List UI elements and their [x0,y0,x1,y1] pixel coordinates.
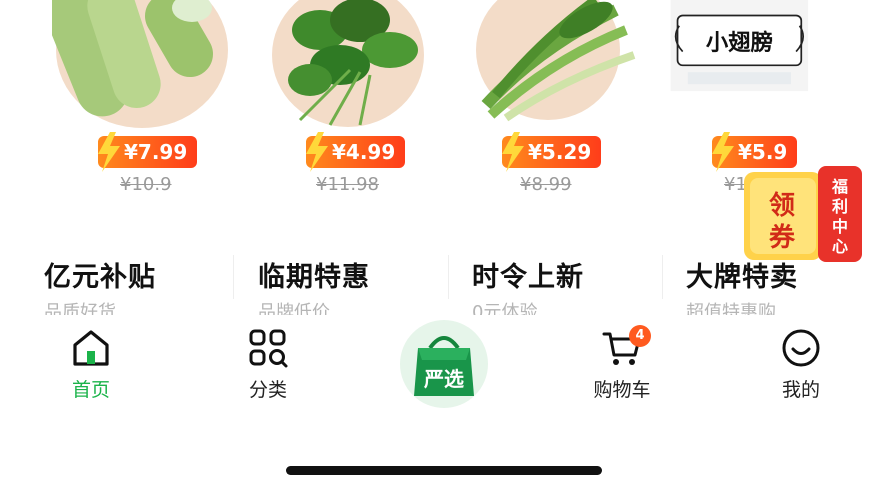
category-linqi-tehui[interactable]: 临期特惠 品牌低价 [258,255,468,315]
current-price: ¥7.99 [124,140,188,164]
divider [233,255,234,299]
tab-profile[interactable]: 我的 [746,327,856,402]
category-title: 时令上新 [472,262,584,293]
category-yiyuan-butie[interactable]: 亿元补贴 品质好货 [44,255,254,315]
price-tag: ¥7.99 [98,132,198,172]
lightning-icon [712,132,734,172]
product-card-spinach[interactable]: ¥4.99 ¥11.98 [250,0,450,240]
category-title: 亿元补贴 [44,262,156,293]
category-title: 临期特惠 [258,262,370,293]
tab-cart[interactable]: 4 购物车 [567,325,677,402]
lightning-icon [306,132,328,172]
coupon-main-line2: 券 [769,223,796,253]
coupon-side-4: 心 [832,237,848,256]
tab-label: 首页 [71,379,110,401]
logo-text: 严选 [423,367,464,391]
original-price: ¥11.98 [316,174,379,195]
spinach-image [272,0,424,127]
price-tag: ¥5.9 [712,132,798,172]
category-subtitle: 超值特惠购 [686,302,776,315]
tab-label: 分类 [248,379,287,401]
coupon-side-3: 中 [832,217,848,236]
category-subtitle: 品质好货 [44,302,116,315]
package-text: 小翅膀 [706,29,773,56]
current-price: ¥5.29 [528,140,592,164]
smiley-profile-icon [782,329,820,367]
lightning-icon [98,132,120,172]
tab-label: 我的 [781,379,820,401]
coupon-widget[interactable]: 领 券 福 利 中 心 [742,166,862,262]
tab-home[interactable]: 首页 [36,327,146,402]
lightning-icon [502,132,524,172]
coupon-main-line1: 领 [769,190,795,221]
cart-badge: 4 [629,325,651,347]
zucchini-image [52,0,228,128]
divider [448,255,449,299]
product-card-zucchini[interactable]: ¥7.99 ¥10.9 [42,0,242,240]
current-price: ¥4.99 [332,140,396,164]
category-shiling-shangxin[interactable]: 时令上新 0元体验 [472,255,682,315]
current-price: ¥5.9 [738,140,788,164]
home-icon [73,330,109,366]
tab-category[interactable]: 分类 [213,327,323,402]
coupon-side-1: 福 [831,177,848,196]
category-subtitle: 0元体验 [472,302,538,315]
snack-package-image: 小翅膀 [670,0,809,92]
yanxuan-bag-logo[interactable]: 严选 [400,320,488,408]
divider [662,255,663,299]
original-price: ¥10.9 [120,174,172,195]
category-grid-icon [249,329,288,368]
price-tag: ¥5.29 [502,132,602,172]
tab-label: 购物车 [593,379,651,401]
category-dapai-temai[interactable]: 大牌特卖 超值特惠购 [686,255,888,315]
product-card-leafy-greens[interactable]: ¥5.29 ¥8.99 [456,0,656,240]
original-price: ¥8.99 [520,174,572,195]
price-tag: ¥4.99 [306,132,406,172]
coupon-side-2: 利 [832,197,848,216]
category-subtitle: 品牌低价 [258,302,330,315]
leafy-greens-image [476,0,636,122]
home-indicator[interactable] [286,466,602,475]
